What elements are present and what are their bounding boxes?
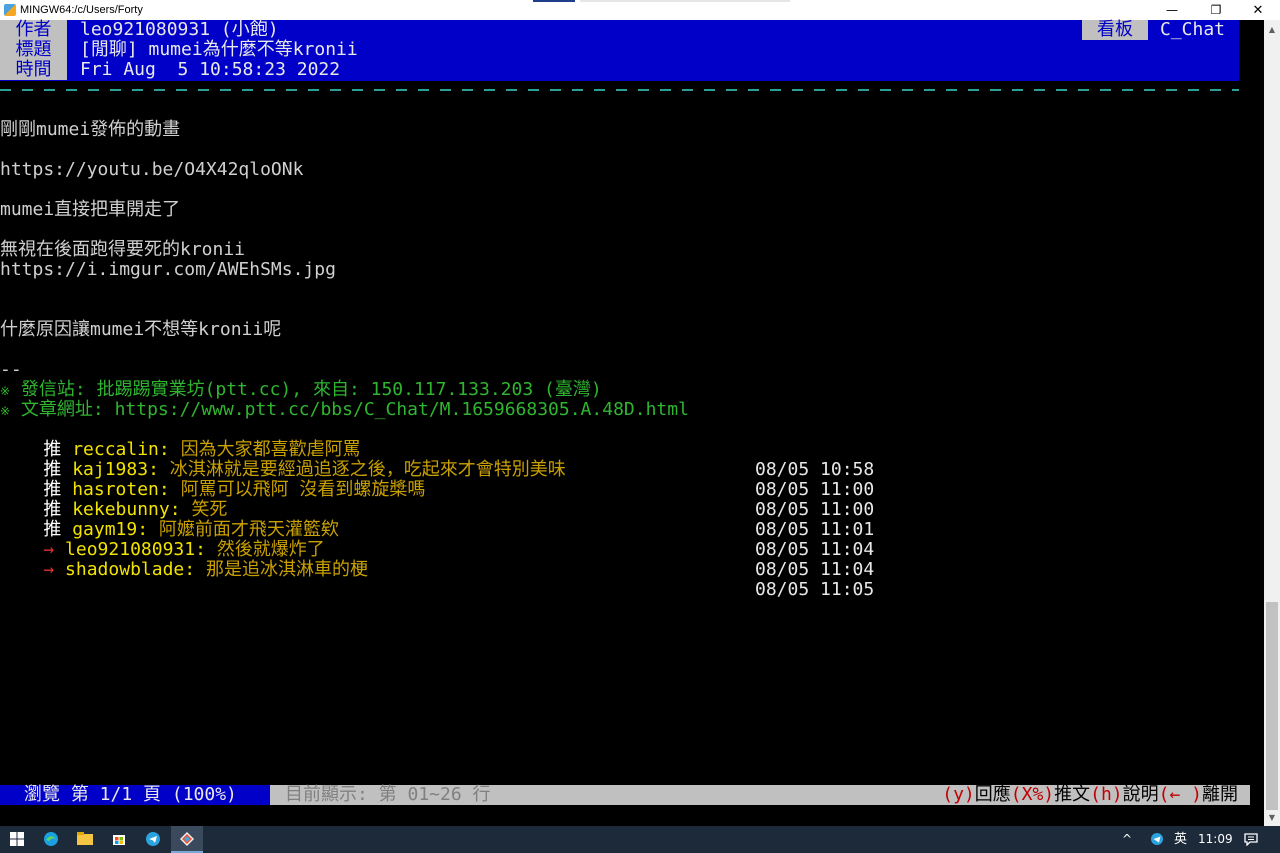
push-row: 推 gaym19: 阿嬤前面才飛天灌籃欸 08/05 11:04 (43, 519, 875, 560)
taskbar-clock[interactable]: 11:09 (1198, 826, 1233, 853)
minimize-button[interactable]: — (1154, 0, 1190, 20)
body-link[interactable]: https://i.imgur.com/AWEhSMs.jpg (0, 260, 336, 280)
push-row: 推 kekebunny: 笑死 08/05 11:01 (43, 499, 875, 540)
terminal-scrollbar[interactable]: ▲ ▼ (1264, 20, 1280, 826)
push-content: 那是追冰淇淋車的梗 (205, 559, 368, 580)
close-button[interactable]: ✕ (1240, 0, 1276, 20)
tray-chevron-icon[interactable]: ^ (1122, 826, 1132, 853)
edge-browser-icon[interactable] (42, 830, 60, 848)
signature-site: 發信站: 批踢踢實業坊(ptt.cc), 來自: 150.117.133.203… (10, 379, 602, 400)
push-time: 08/05 11:04 (755, 559, 875, 580)
title-label: 標題 (0, 40, 67, 60)
reference-mark-icon: ※ (0, 384, 11, 398)
reply-key[interactable]: (y) (942, 784, 975, 805)
time-label: 時間 (0, 60, 67, 80)
scroll-up-icon[interactable]: ▲ (1264, 22, 1280, 36)
body-line: 什麼原因讓mumei不想等kronii呢 (0, 319, 282, 340)
push-row: 推 hasroten: 阿罵可以飛阿 沒看到螺旋槳嗎 08/05 11:00 (43, 479, 875, 520)
push-user: shadowblade (65, 559, 185, 580)
time-value: Fri Aug 5 10:58:23 2022 (80, 59, 341, 80)
help-action[interactable]: 說明 (1123, 784, 1159, 805)
file-explorer-icon[interactable] (76, 830, 94, 848)
titlebar-accent (533, 0, 575, 2)
push-row: → leo921080931: 然後就爆炸了 08/05 11:04 (43, 539, 875, 580)
line-indicator: 目前顯示: 第 01~26 行 (285, 784, 491, 805)
board-value: C_Chat (1160, 19, 1226, 40)
window-title: MINGW64:/c/Users/Forty (20, 4, 143, 16)
push-time: 08/05 11:05 (755, 579, 875, 600)
terminal-screen[interactable]: 作者 leo921080931 (小飽) 標題 [閒聊] mumei為什麼不等k… (0, 20, 1264, 826)
windows-taskbar: ^ 英 11:09 (0, 826, 1280, 853)
board-label: 看板 (1082, 20, 1148, 40)
mingw-app-icon (4, 4, 16, 16)
author-label: 作者 (0, 20, 67, 40)
reference-mark-icon: ※ (0, 404, 11, 418)
key-hints: (y)回應(X%)推文(h)說明(← )離開 (942, 785, 1238, 805)
git-bash-icon[interactable] (178, 830, 196, 848)
telegram-icon[interactable] (144, 830, 162, 848)
push-key[interactable]: (X%) (1011, 784, 1054, 805)
title-value: [閒聊] mumei為什麼不等kronii (80, 39, 358, 60)
header-divider (0, 89, 1239, 91)
scroll-down-icon[interactable]: ▼ (1264, 810, 1280, 824)
status-bar: 瀏覽 第 1/1 頁 (100%) 目前顯示: 第 01~26 行 (y)回應(… (0, 785, 1250, 805)
body-link[interactable]: https://youtu.be/O4X42qloONk (0, 160, 303, 180)
body-line: 無視在後面跑得要死的kronii (0, 239, 246, 260)
reply-action[interactable]: 回應 (975, 784, 1011, 805)
signature-separator: -- (0, 359, 22, 380)
windows-start-icon[interactable] (8, 830, 26, 848)
help-key[interactable]: (h) (1090, 784, 1123, 805)
body-line: mumei直接把車開走了 (0, 199, 181, 220)
titlebar-accent-light (580, 0, 790, 2)
ime-indicator[interactable]: 英 (1174, 826, 1187, 853)
signature-url[interactable]: 文章網址: https://www.ptt.cc/bbs/C_Chat/M.16… (10, 399, 689, 420)
signature-site-line: ※ 發信站: 批踢踢實業坊(ptt.cc), 來自: 150.117.133.2… (0, 380, 602, 400)
push-tag: → (43, 559, 55, 580)
scroll-thumb[interactable] (1266, 602, 1278, 810)
window-titlebar: MINGW64:/c/Users/Forty — ❐ ✕ (0, 0, 1280, 20)
store-icon[interactable] (110, 830, 128, 848)
push-row: 推 reccalin: 因為大家都喜歡虐阿罵 08/05 10:58 (43, 439, 875, 480)
author-value: leo921080931 (小飽) (80, 19, 279, 40)
leave-action[interactable]: 離開 (1202, 784, 1238, 805)
push-action[interactable]: 推文 (1054, 784, 1090, 805)
leave-key[interactable]: (← ) (1159, 784, 1202, 805)
page-indicator: 瀏覽 第 1/1 頁 (100%) (0, 785, 270, 805)
notification-icon[interactable] (1242, 830, 1260, 848)
push-row: → shadowblade: 那是追冰淇淋車的梗 08/05 11:05 (43, 559, 875, 600)
body-line: 剛剛mumei發佈的動畫 (0, 119, 181, 140)
push-row: 推 kaj1983: 冰淇淋就是要經過追逐之後，吃起來才會特別美味 08/05 … (43, 459, 875, 500)
tray-app-icon[interactable] (1148, 830, 1166, 848)
signature-url-line: ※ 文章網址: https://www.ptt.cc/bbs/C_Chat/M.… (0, 400, 689, 420)
maximize-button[interactable]: ❐ (1198, 0, 1234, 20)
